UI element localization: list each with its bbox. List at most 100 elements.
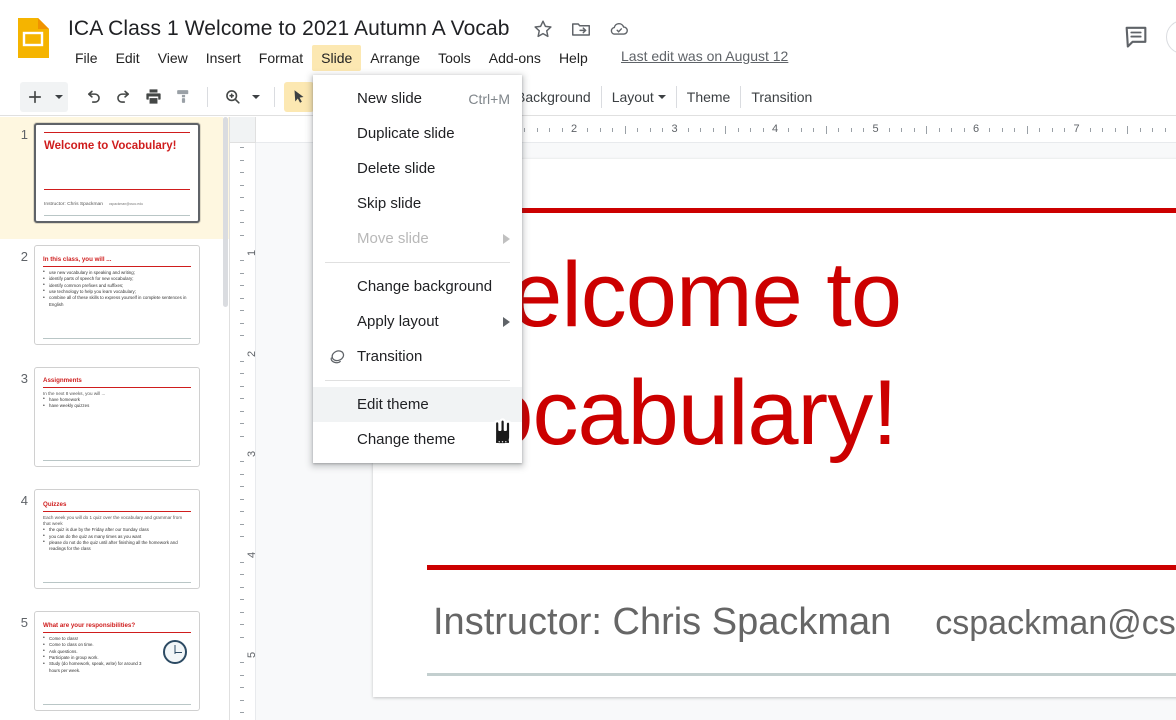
ruler-tick <box>662 128 663 132</box>
clock-icon <box>163 640 187 664</box>
ruler-label: 5 <box>246 652 255 658</box>
transition-button[interactable]: Transition <box>741 84 822 110</box>
zoom-in-icon[interactable] <box>217 82 247 112</box>
ruler-tick <box>240 675 244 676</box>
ruler-tick <box>240 298 244 299</box>
ruler-tick <box>562 128 563 132</box>
filmstrip-slide-4[interactable]: 4 Quizzes Each week you will do 1 quiz o… <box>0 483 229 605</box>
filmstrip-slide-3[interactable]: 3 Assignments In the next 8 weeks, you w… <box>0 361 229 483</box>
redo-icon[interactable] <box>108 82 138 112</box>
ruler-tick <box>240 687 244 688</box>
menu-help[interactable]: Help <box>550 45 597 71</box>
ruler-corner <box>230 117 256 143</box>
slide-thumbnail[interactable]: Quizzes Each week you will do 1 quiz ove… <box>34 489 200 589</box>
slide-thumbnail[interactable]: What are your responsibilities? Come to … <box>34 611 200 711</box>
menu-item-edit-theme[interactable]: Edit theme <box>313 387 522 422</box>
thumb-footer-rule <box>43 338 191 339</box>
menu-slide[interactable]: Slide <box>312 45 362 71</box>
menu-item-label: Apply layout <box>357 313 439 330</box>
ruler-tick <box>240 335 244 336</box>
ruler-tick <box>240 524 244 525</box>
ruler-label: 7 <box>1073 123 1080 135</box>
layout-button[interactable]: Layout <box>602 84 676 110</box>
zoom-chevron-down-icon[interactable] <box>247 82 265 112</box>
ruler-tick <box>1090 128 1091 132</box>
ruler-tick <box>587 128 588 132</box>
ruler-label: 3 <box>671 123 678 135</box>
menu-arrange[interactable]: Arrange <box>361 45 429 71</box>
undo-icon[interactable] <box>78 82 108 112</box>
plus-icon[interactable] <box>20 81 50 112</box>
menu-item-duplicate-slide[interactable]: Duplicate slide <box>313 116 522 151</box>
ruler-tick <box>537 128 538 132</box>
avatar[interactable] <box>1166 20 1176 54</box>
menu-item-delete-slide[interactable]: Delete slide <box>313 151 522 186</box>
menu-format[interactable]: Format <box>250 45 312 71</box>
ruler-tick <box>1002 128 1003 132</box>
filmstrip-slide-5[interactable]: 5 What are your responsibilities? Come t… <box>0 605 229 720</box>
ruler-tick <box>240 624 244 625</box>
header-action-icons <box>532 18 630 40</box>
menu-item-apply-layout[interactable]: Apply layout <box>313 304 522 339</box>
menu-item-change-theme[interactable]: Change theme <box>313 422 522 457</box>
slide-instructor: Instructor: Chris Spackman <box>433 601 892 643</box>
scrollbar-thumb[interactable] <box>223 117 228 307</box>
slide-subtitle[interactable]: Instructor: Chris Spackman cspackman@csc… <box>433 601 1176 644</box>
vertical-ruler[interactable]: 1 2 3 4 5 <box>230 143 256 720</box>
menu-edit[interactable]: Edit <box>107 45 149 71</box>
ruler-tick <box>240 637 244 638</box>
thumb-intro: Each week you will do 1 quiz over the vo… <box>43 514 183 526</box>
ruler-tick <box>240 423 244 424</box>
accent-rule <box>43 510 191 512</box>
ruler-tick <box>688 128 689 132</box>
star-icon[interactable] <box>532 18 554 40</box>
slide-title[interactable]: Welcome to Vocabulary! <box>427 237 1176 473</box>
menu-bar: File Edit View Insert Format Slide Arran… <box>66 45 597 71</box>
cloud-saved-icon[interactable] <box>608 18 630 40</box>
document-title-row: ICA Class 1 Welcome to 2021 Autumn A Voc… <box>64 12 630 46</box>
paint-format-icon[interactable] <box>168 82 198 112</box>
slide-thumbnail[interactable]: Welcome to Vocabulary! Instructor: Chris… <box>34 123 200 223</box>
page-title[interactable]: ICA Class 1 Welcome to 2021 Autumn A Voc… <box>64 14 514 44</box>
select-arrow-icon[interactable] <box>284 81 314 112</box>
filmstrip-slide-1[interactable]: 1 Welcome to Vocabulary! Instructor: Chr… <box>0 117 229 239</box>
google-slides-icon <box>14 16 52 60</box>
ruler-tick <box>240 222 244 223</box>
ruler-tick <box>926 126 927 134</box>
menu-item-skip-slide[interactable]: Skip slide <box>313 186 522 221</box>
thumb-title: Quizzes <box>43 501 67 508</box>
theme-button[interactable]: Theme <box>677 84 741 110</box>
slide-menu-dropdown[interactable]: New slide Ctrl+M Duplicate slide Delete … <box>313 75 522 463</box>
filmstrip-scrollbar[interactable] <box>223 117 228 720</box>
last-edit-link[interactable]: Last edit was on August 12 <box>621 48 788 64</box>
menu-item-change-background[interactable]: Change background <box>313 269 522 304</box>
menu-file[interactable]: File <box>66 45 107 71</box>
menu-insert[interactable]: Insert <box>197 45 250 71</box>
ruler-tick <box>240 235 244 236</box>
comment-icon[interactable] <box>1122 22 1150 50</box>
print-icon[interactable] <box>138 82 168 112</box>
ruler-tick <box>801 128 802 132</box>
thumb-title: Assignments <box>43 377 82 384</box>
move-to-folder-icon[interactable] <box>570 18 592 40</box>
chevron-down-icon[interactable] <box>50 81 68 112</box>
menu-item-label: Change background <box>357 278 493 295</box>
ruler-tick <box>989 128 990 132</box>
ruler-label: 2 <box>246 350 255 356</box>
menu-item-new-slide[interactable]: New slide Ctrl+M <box>313 81 522 116</box>
slide-filmstrip[interactable]: 1 Welcome to Vocabulary! Instructor: Chr… <box>0 117 230 720</box>
ruler-tick <box>240 511 244 512</box>
menu-item-transition[interactable]: Transition <box>313 339 522 374</box>
ruler-tick <box>612 128 613 132</box>
slide-thumbnail[interactable]: In this class, you will ... use new voca… <box>34 245 200 345</box>
filmstrip-slide-2[interactable]: 2 In this class, you will ... use new vo… <box>0 239 229 361</box>
ruler-tick <box>240 411 244 412</box>
menu-tools[interactable]: Tools <box>429 45 480 71</box>
menu-view[interactable]: View <box>149 45 197 71</box>
ruler-tick <box>240 310 244 311</box>
ruler-label: 3 <box>246 451 255 457</box>
list-item: Study (do homework, speak, write) for ar… <box>43 661 148 674</box>
ruler-tick <box>763 128 764 132</box>
menu-addons[interactable]: Add-ons <box>480 45 550 71</box>
slide-thumbnail[interactable]: Assignments In the next 8 weeks, you wil… <box>34 367 200 467</box>
